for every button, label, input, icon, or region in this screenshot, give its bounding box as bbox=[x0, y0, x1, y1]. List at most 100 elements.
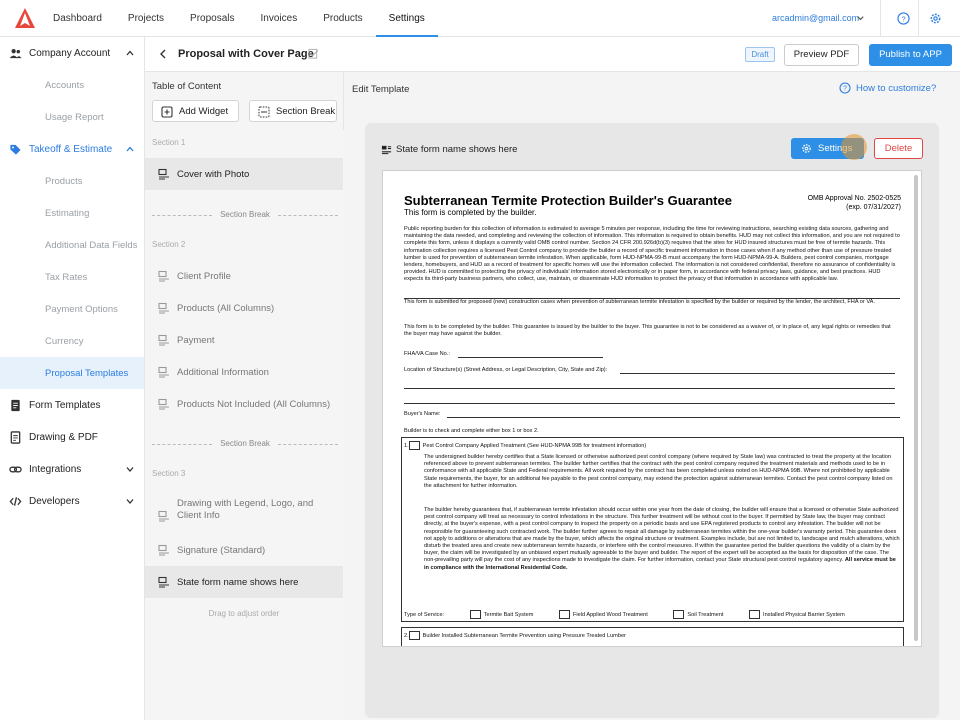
toc-item-payment[interactable]: Payment bbox=[145, 324, 343, 356]
sidebar-item-takeoff-estimate[interactable]: Takeoff & Estimate bbox=[0, 133, 144, 165]
service-checkbox-bait[interactable] bbox=[469, 610, 481, 619]
toc-item-label: Cover with Photo bbox=[177, 169, 250, 180]
toc-item-client-profile[interactable]: Client Profile bbox=[145, 260, 343, 292]
section-label: Section 2 bbox=[152, 240, 186, 249]
toc-item-label: Signature (Standard) bbox=[177, 545, 266, 556]
page-title: Proposal with Cover Page bbox=[178, 48, 314, 60]
box-1-checkbox[interactable] bbox=[408, 441, 420, 450]
sidebar-label: Payment Options bbox=[45, 304, 118, 315]
service-checkbox-soil[interactable] bbox=[673, 610, 685, 619]
sidebar-item-integrations[interactable]: Integrations bbox=[0, 453, 144, 485]
service-checkbox-wood[interactable] bbox=[558, 610, 570, 619]
sidebar-item-products[interactable]: Products bbox=[0, 165, 144, 197]
toc-item-products-not-included[interactable]: Products Not Included (All Columns) bbox=[145, 388, 343, 420]
chevron-down-icon[interactable] bbox=[856, 14, 865, 23]
sidebar-item-form-templates[interactable]: Form Templates bbox=[0, 389, 144, 421]
nav-proposals[interactable]: Proposals bbox=[177, 0, 247, 37]
nav-products[interactable]: Products bbox=[310, 0, 375, 37]
sidebar-item-proposal-templates[interactable]: Proposal Templates bbox=[0, 357, 144, 389]
top-navigation-bar: Dashboard Projects Proposals Invoices Pr… bbox=[0, 0, 960, 37]
toc-item-label: State form name shows here bbox=[177, 577, 299, 588]
help-icon[interactable]: ? bbox=[897, 12, 910, 25]
document-scrollbar[interactable] bbox=[914, 175, 918, 641]
omb-expiry: (exp. 07/31/2027) bbox=[846, 204, 901, 211]
widget-icon bbox=[158, 270, 169, 282]
nav-invoices[interactable]: Invoices bbox=[248, 0, 311, 37]
section-break-button[interactable]: Section Break bbox=[249, 100, 337, 122]
service-option: Termite Bait System bbox=[483, 611, 534, 618]
toc-item-drawing-legend[interactable]: Drawing with Legend, Logo, and Client In… bbox=[145, 494, 343, 536]
box-2-checkbox[interactable] bbox=[408, 631, 420, 640]
sidebar-label: Tax Rates bbox=[45, 272, 88, 283]
app-logo-icon[interactable] bbox=[13, 6, 37, 30]
widget-icon bbox=[158, 510, 169, 522]
service-checkbox-barrier[interactable] bbox=[749, 610, 761, 619]
user-email[interactable]: arcadmin@gmail.com bbox=[772, 13, 859, 23]
toc-item-products-all-columns[interactable]: Products (All Columns) bbox=[145, 292, 343, 324]
widget-icon bbox=[158, 168, 169, 180]
nav-settings[interactable]: Settings bbox=[375, 0, 438, 37]
mouse-cursor-highlight bbox=[841, 134, 867, 160]
back-arrow-icon[interactable] bbox=[158, 49, 168, 59]
sidebar-item-additional-data-fields[interactable]: Additional Data Fields bbox=[0, 229, 144, 261]
widget-icon bbox=[158, 334, 169, 346]
section-break: Section Break bbox=[152, 210, 338, 220]
help-link-label: How to customize? bbox=[856, 83, 937, 94]
submitted-statement: This form is submitted for proposed (new… bbox=[404, 299, 875, 305]
sidebar-item-estimating[interactable]: Estimating bbox=[0, 197, 144, 229]
toc-item-label: Additional Information bbox=[177, 367, 269, 378]
service-option: Soil Treatment bbox=[687, 611, 724, 618]
sidebar-item-usage-report[interactable]: Usage Report bbox=[0, 101, 144, 133]
edit-template-area: Edit Template ? How to customize? State … bbox=[344, 72, 960, 720]
sidebar-item-currency[interactable]: Currency bbox=[0, 325, 144, 357]
sidebar-label: Usage Report bbox=[45, 112, 104, 123]
add-widget-icon bbox=[161, 106, 173, 118]
users-icon bbox=[9, 49, 22, 59]
sidebar-item-drawing-pdf[interactable]: Drawing & PDF bbox=[0, 421, 144, 453]
service-option: Installed Physical Barrier System bbox=[763, 611, 845, 618]
toc-item-signature-standard[interactable]: Signature (Standard) bbox=[145, 534, 343, 566]
status-badge: Draft bbox=[745, 47, 775, 62]
toc-list: Section 1 Cover with Photo Section Break… bbox=[145, 130, 344, 720]
help-icon: ? bbox=[839, 82, 851, 94]
document-subtitle: This form is completed by the builder. bbox=[404, 208, 537, 217]
chevron-down-icon bbox=[126, 499, 134, 504]
divider bbox=[918, 0, 919, 37]
svg-text:?: ? bbox=[843, 86, 847, 93]
document-preview[interactable]: Subterranean Termite Protection Builder'… bbox=[382, 170, 922, 647]
sidebar-label: Accounts bbox=[45, 80, 85, 91]
check-instruction: Builder is to check and complete either … bbox=[404, 428, 539, 434]
box-2: 2. Builder Installed Subterranean Termite… bbox=[401, 627, 904, 646]
sidebar-item-accounts[interactable]: Accounts bbox=[0, 69, 144, 101]
location-label: Location of Structure(s) (Street Address… bbox=[404, 367, 608, 373]
toc-item-label: Payment bbox=[177, 335, 215, 346]
gear-icon bbox=[802, 144, 811, 153]
box-1-paragraph-1: The undersigned builder hereby certifies… bbox=[424, 454, 893, 489]
sidebar-item-company-account[interactable]: Company Account bbox=[0, 37, 144, 69]
section-break-icon bbox=[258, 106, 270, 118]
sidebar-label: Currency bbox=[45, 336, 84, 347]
sidebar-label: Products bbox=[45, 176, 83, 187]
nav-projects[interactable]: Projects bbox=[115, 0, 177, 37]
box-2-title-text: Builder Installed Subterranean Termite P… bbox=[422, 632, 626, 639]
how-to-customize-link[interactable]: ? How to customize? bbox=[839, 82, 937, 94]
toc-item-label: Products Not Included (All Columns) bbox=[177, 399, 331, 410]
nav-dashboard[interactable]: Dashboard bbox=[40, 0, 115, 37]
toc-item-cover-with-photo[interactable]: Cover with Photo bbox=[145, 158, 343, 190]
toc-item-additional-information[interactable]: Additional Information bbox=[145, 356, 343, 388]
sidebar-item-tax-rates[interactable]: Tax Rates bbox=[0, 261, 144, 293]
service-type-row: Type of Service: Termite Bait System Fie… bbox=[404, 610, 900, 619]
add-widget-button[interactable]: Add Widget bbox=[152, 100, 239, 122]
sidebar-item-developers[interactable]: Developers bbox=[0, 485, 144, 517]
case-no-line bbox=[458, 357, 603, 358]
sidebar-item-payment-options[interactable]: Payment Options bbox=[0, 293, 144, 325]
toc-item-state-form[interactable]: State form name shows here bbox=[145, 566, 343, 598]
gear-icon[interactable] bbox=[929, 12, 942, 25]
toc-item-label: Client Profile bbox=[177, 271, 231, 282]
edit-pencil-icon[interactable] bbox=[308, 48, 319, 59]
burden-statement: Public reporting burden for this collect… bbox=[404, 226, 900, 283]
delete-button[interactable]: Delete bbox=[874, 138, 923, 159]
preview-pdf-button[interactable]: Preview PDF bbox=[784, 44, 859, 66]
chevron-up-icon bbox=[126, 146, 134, 152]
publish-button[interactable]: Publish to APP bbox=[869, 44, 952, 66]
